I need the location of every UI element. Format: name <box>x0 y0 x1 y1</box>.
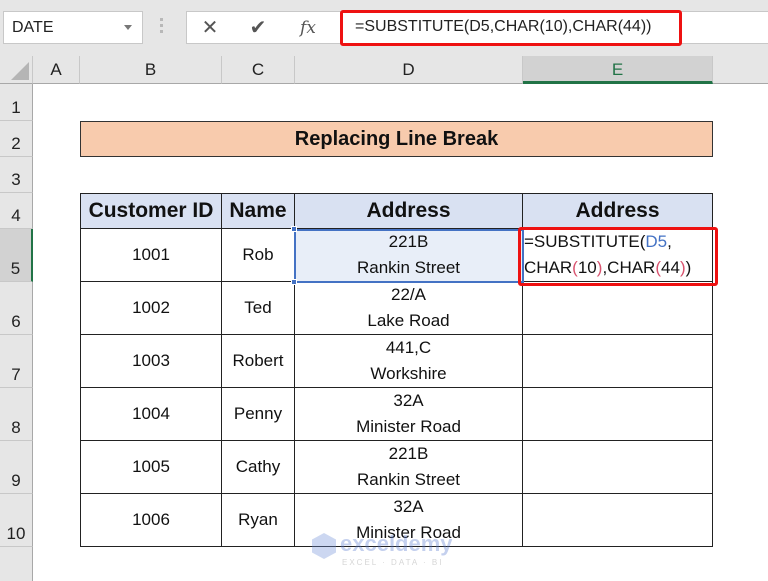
chevron-down-icon[interactable] <box>124 25 132 30</box>
cell-customer-id[interactable]: 1002 <box>81 282 222 335</box>
formula-buttons: ✕ ✔ fx <box>186 11 336 44</box>
select-all-button[interactable] <box>0 56 33 84</box>
resize-handle-bottom-left[interactable] <box>291 279 297 285</box>
reference-highlight-d5 <box>294 229 524 283</box>
cell-customer-id[interactable]: 1003 <box>81 335 222 388</box>
cell-address[interactable]: 441,C Workshire <box>295 335 523 388</box>
drag-handle-icon[interactable] <box>160 18 164 38</box>
name-box-value: DATE <box>12 19 54 36</box>
cell-customer-id[interactable]: 1004 <box>81 388 222 441</box>
cell-result[interactable] <box>523 282 713 335</box>
resize-handle-top-left[interactable] <box>291 226 297 232</box>
address-line-1: 441,C <box>385 338 432 357</box>
header-name[interactable]: Name <box>222 194 295 229</box>
address-line-2: Lake Road <box>367 311 450 330</box>
insert-function-icon[interactable]: fx <box>293 14 323 42</box>
select-all-triangle-icon <box>11 62 29 80</box>
column-header-c[interactable]: C <box>222 56 295 84</box>
address-line-1: 221B <box>388 444 429 463</box>
row-header-4[interactable]: 4 <box>0 193 33 229</box>
column-header-e[interactable]: E <box>523 56 713 84</box>
cell-name[interactable]: Rob <box>222 229 295 282</box>
cell-name[interactable]: Ryan <box>222 494 295 547</box>
address-line-2: Minister Road <box>356 417 461 436</box>
exceldemy-logo-icon <box>312 533 336 559</box>
formula-text[interactable]: =SUBSTITUTE(D5,CHAR(10),CHAR(44)) <box>355 18 651 36</box>
watermark-brand: exceldemy <box>340 531 453 556</box>
cell-name[interactable]: Ted <box>222 282 295 335</box>
row-header-6[interactable]: 6 <box>0 282 33 335</box>
cell-address[interactable]: 32A Minister Road <box>295 388 523 441</box>
cell-customer-id[interactable]: 1006 <box>81 494 222 547</box>
cancel-icon[interactable]: ✕ <box>195 14 225 42</box>
column-header-f[interactable] <box>713 56 768 84</box>
name-box[interactable]: DATE <box>3 11 143 44</box>
cell-name[interactable]: Penny <box>222 388 295 441</box>
cell-name[interactable]: Robert <box>222 335 295 388</box>
row-header-5[interactable]: 5 <box>0 229 33 282</box>
header-address[interactable]: Address <box>295 194 523 229</box>
address-line-1: 32A <box>393 497 424 516</box>
cell-result[interactable] <box>523 494 713 547</box>
watermark-tagline: EXCEL · DATA · BI <box>342 558 444 567</box>
watermark: exceldemy EXCEL · DATA · BI <box>312 531 462 571</box>
cell-customer-id[interactable]: 1005 <box>81 441 222 494</box>
sheet-title[interactable]: Replacing Line Break <box>80 121 713 157</box>
row-header-9[interactable]: 9 <box>0 441 33 494</box>
cell-address[interactable]: 221B Rankin Street <box>295 441 523 494</box>
column-header-b[interactable]: B <box>80 56 222 84</box>
row-header-7[interactable]: 7 <box>0 335 33 388</box>
address-line-2: Rankin Street <box>357 470 460 489</box>
column-header-a[interactable]: A <box>33 56 80 84</box>
header-customer-id[interactable]: Customer ID <box>81 194 222 229</box>
cell-result[interactable] <box>523 388 713 441</box>
row-header-10[interactable]: 10 <box>0 494 33 547</box>
cell-customer-id[interactable]: 1001 <box>81 229 222 282</box>
cell-result[interactable] <box>523 441 713 494</box>
row-header-2[interactable]: 2 <box>0 121 33 157</box>
address-line-1: 32A <box>393 391 424 410</box>
row-header-11[interactable] <box>0 547 33 581</box>
address-line-1: 22/A <box>391 285 426 304</box>
formula-bar: DATE ✕ ✔ fx =SUBSTITUTE(D5,CHAR(10),CHAR… <box>0 0 768 56</box>
enter-icon[interactable]: ✔ <box>243 14 273 42</box>
column-header-d[interactable]: D <box>295 56 523 84</box>
row-header-3[interactable]: 3 <box>0 157 33 193</box>
row-header-1[interactable]: 1 <box>0 84 33 121</box>
cell-result[interactable] <box>523 335 713 388</box>
cell-name[interactable]: Cathy <box>222 441 295 494</box>
header-address-result[interactable]: Address <box>523 194 713 229</box>
cell-address[interactable]: 22/A Lake Road <box>295 282 523 335</box>
cell-highlight-box <box>518 227 718 286</box>
row-header-8[interactable]: 8 <box>0 388 33 441</box>
address-line-2: Workshire <box>370 364 447 383</box>
